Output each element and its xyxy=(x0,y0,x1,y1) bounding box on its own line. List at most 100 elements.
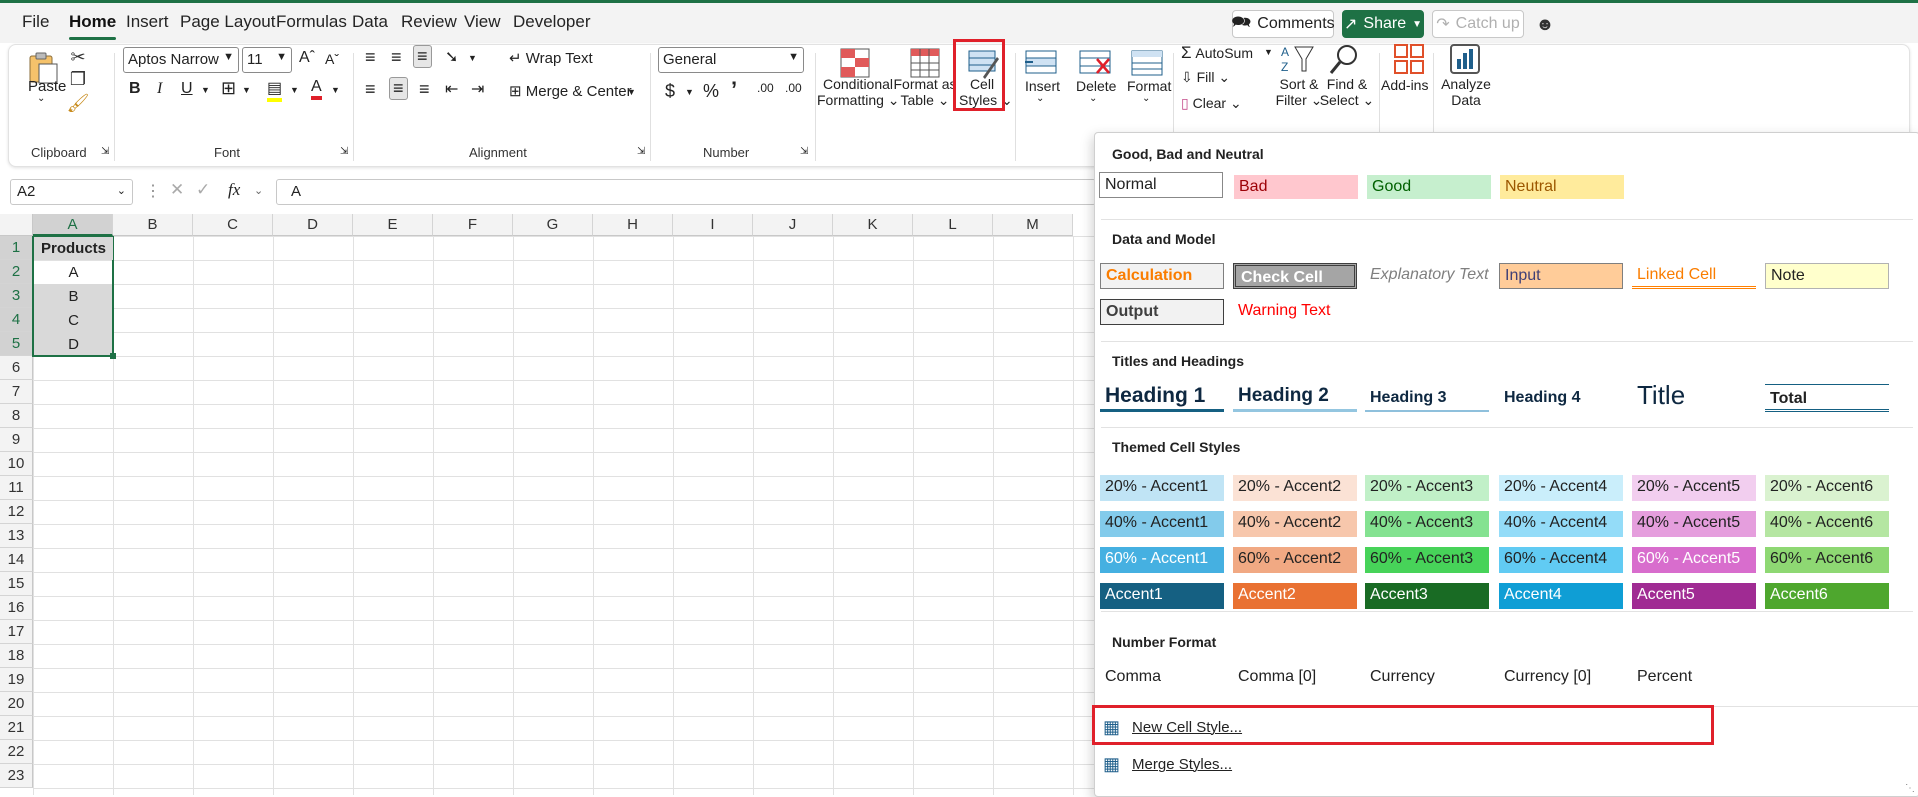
insert-cells-icon[interactable] xyxy=(1023,47,1059,81)
cell-a5[interactable]: D xyxy=(34,333,113,356)
column-header-f[interactable]: F xyxy=(433,214,513,236)
insert-cells-label[interactable]: Insert xyxy=(1025,78,1060,94)
style-accent3[interactable]: Accent3 xyxy=(1365,583,1489,609)
account-icon[interactable]: ☻ xyxy=(1532,11,1558,37)
column-header-g[interactable]: G xyxy=(513,214,593,236)
fill-button[interactable]: ⇩ Fill ⌄ xyxy=(1181,69,1230,86)
chevron-down-icon[interactable]: ⌄ xyxy=(254,184,263,197)
chevron-down-icon[interactable]: ▼ xyxy=(685,87,694,97)
row-header-12[interactable]: 12 xyxy=(0,500,33,524)
conditional-formatting-label[interactable]: Conditional Formatting ⌄ xyxy=(817,76,900,109)
percent-icon[interactable]: % xyxy=(703,81,719,102)
style-input[interactable]: Input xyxy=(1499,263,1623,289)
autosum-button[interactable]: Σ AutoSum xyxy=(1181,43,1253,63)
paste-label[interactable]: Paste xyxy=(28,78,66,95)
analyze-data-label[interactable]: Analyze Data xyxy=(1441,76,1491,108)
number-format-select[interactable]: General ▼ xyxy=(658,47,804,73)
style-heading-2[interactable]: Heading 2 xyxy=(1233,383,1357,412)
chevron-down-icon[interactable]: ⌄ xyxy=(37,93,45,104)
row-header-2[interactable]: 2 xyxy=(0,260,33,284)
column-header-i[interactable]: I xyxy=(673,214,753,236)
row-header-7[interactable]: 7 xyxy=(0,380,33,404)
dialog-launcher-icon[interactable]: ⇲ xyxy=(101,146,109,157)
add-ins-icon[interactable] xyxy=(1391,43,1427,77)
cell-a3[interactable]: B xyxy=(34,285,113,308)
style-neutral[interactable]: Neutral xyxy=(1500,175,1624,199)
style-40-accent6[interactable]: 40% - Accent6 xyxy=(1765,511,1889,537)
tab-home[interactable]: Home xyxy=(69,12,117,40)
increase-decimal-icon[interactable]: .00 xyxy=(757,81,774,95)
chevron-down-icon[interactable]: ⌄ xyxy=(1142,93,1150,104)
row-header-1[interactable]: 1 xyxy=(0,236,33,260)
style-output[interactable]: Output xyxy=(1100,299,1224,325)
tab-view[interactable]: View xyxy=(464,12,501,32)
row-header-4[interactable]: 4 xyxy=(0,308,33,332)
row-header-23[interactable]: 23 xyxy=(0,764,33,788)
row-header-19[interactable]: 19 xyxy=(0,668,33,692)
style-accent6[interactable]: Accent6 xyxy=(1765,583,1889,609)
chevron-down-icon[interactable]: ▼ xyxy=(331,85,340,95)
decrease-decimal-icon[interactable]: .00 xyxy=(785,81,802,95)
row-header-15[interactable]: 15 xyxy=(0,572,33,596)
bold-icon[interactable]: B xyxy=(129,80,141,98)
style-heading-4[interactable]: Heading 4 xyxy=(1499,386,1623,412)
merge-styles-item[interactable]: ▦ Merge Styles... xyxy=(1103,754,1232,775)
align-right-icon[interactable]: ≡ xyxy=(419,79,430,100)
tab-page-layout[interactable]: Page Layout xyxy=(180,12,275,32)
style-20-accent4[interactable]: 20% - Accent4 xyxy=(1499,475,1623,501)
style-note[interactable]: Note xyxy=(1765,263,1889,289)
row-header-18[interactable]: 18 xyxy=(0,644,33,668)
style-60-accent1[interactable]: 60% - Accent1 xyxy=(1100,547,1224,573)
chevron-down-icon[interactable]: ⌄ xyxy=(1089,93,1097,104)
style-warning-text[interactable]: Warning Text xyxy=(1233,299,1357,325)
align-top-icon[interactable]: ≡ xyxy=(365,47,376,68)
style-60-accent4[interactable]: 60% - Accent4 xyxy=(1499,547,1623,573)
row-header-8[interactable]: 8 xyxy=(0,404,33,428)
currency-icon[interactable]: $ xyxy=(665,81,675,102)
borders-icon[interactable]: ⊞ xyxy=(221,78,236,99)
style-normal[interactable]: Normal xyxy=(1099,172,1223,198)
align-middle-icon[interactable]: ≡ xyxy=(391,47,402,68)
column-header-a[interactable]: A xyxy=(33,214,113,236)
dialog-launcher-icon[interactable]: ⇲ xyxy=(800,146,808,157)
format-as-table-label[interactable]: Format as Table ⌄ xyxy=(892,76,958,109)
column-header-k[interactable]: K xyxy=(833,214,913,236)
tab-review[interactable]: Review xyxy=(401,12,457,32)
style-linked-cell[interactable]: Linked Cell xyxy=(1632,263,1756,289)
catch-up-button[interactable]: ↷ Catch up xyxy=(1432,10,1524,38)
style-currency-0[interactable]: Currency [0] xyxy=(1499,665,1623,691)
column-header-b[interactable]: B xyxy=(113,214,193,236)
clear-button[interactable]: ▯ Clear ⌄ xyxy=(1181,95,1242,112)
increase-font-size-icon[interactable]: Aˆ xyxy=(299,49,315,67)
italic-icon[interactable]: I xyxy=(157,80,162,98)
row-header-9[interactable]: 9 xyxy=(0,428,33,452)
tab-formulas[interactable]: Formulas xyxy=(276,12,347,32)
style-accent2[interactable]: Accent2 xyxy=(1233,583,1357,609)
dialog-launcher-icon[interactable]: ⇲ xyxy=(637,146,645,157)
more-options-icon[interactable]: ⋮ xyxy=(145,181,161,201)
row-header-16[interactable]: 16 xyxy=(0,596,33,620)
merge-center-button[interactable]: ⊞ Merge & Center xyxy=(509,82,632,100)
chevron-down-icon[interactable]: ▼ xyxy=(242,85,251,95)
share-button[interactable]: ↗ Share ▼ xyxy=(1342,10,1424,38)
chevron-down-icon[interactable]: ▼ xyxy=(201,85,210,95)
tab-data[interactable]: Data xyxy=(352,12,388,32)
chevron-down-icon[interactable]: ▼ xyxy=(468,53,477,63)
column-header-d[interactable]: D xyxy=(273,214,353,236)
chevron-down-icon[interactable]: ▼ xyxy=(290,85,299,95)
cell-a4[interactable]: C xyxy=(34,309,113,332)
align-center-icon[interactable]: ≡ xyxy=(389,77,408,100)
style-comma-0[interactable]: Comma [0] xyxy=(1233,665,1357,691)
column-header-h[interactable]: H xyxy=(593,214,673,236)
style-40-accent3[interactable]: 40% - Accent3 xyxy=(1365,511,1489,537)
column-header-j[interactable]: J xyxy=(753,214,833,236)
style-20-accent3[interactable]: 20% - Accent3 xyxy=(1365,475,1489,501)
chevron-down-icon[interactable]: ▼ xyxy=(627,87,636,97)
tab-developer[interactable]: Developer xyxy=(513,12,591,32)
style-40-accent5[interactable]: 40% - Accent5 xyxy=(1632,511,1756,537)
wrap-text-button[interactable]: ↵ Wrap Text xyxy=(509,49,593,67)
font-size-select[interactable]: 11 ▼ xyxy=(242,47,292,73)
style-bad[interactable]: Bad xyxy=(1234,175,1358,199)
style-40-accent2[interactable]: 40% - Accent2 xyxy=(1233,511,1357,537)
chevron-down-icon[interactable]: ▼ xyxy=(1264,47,1273,57)
